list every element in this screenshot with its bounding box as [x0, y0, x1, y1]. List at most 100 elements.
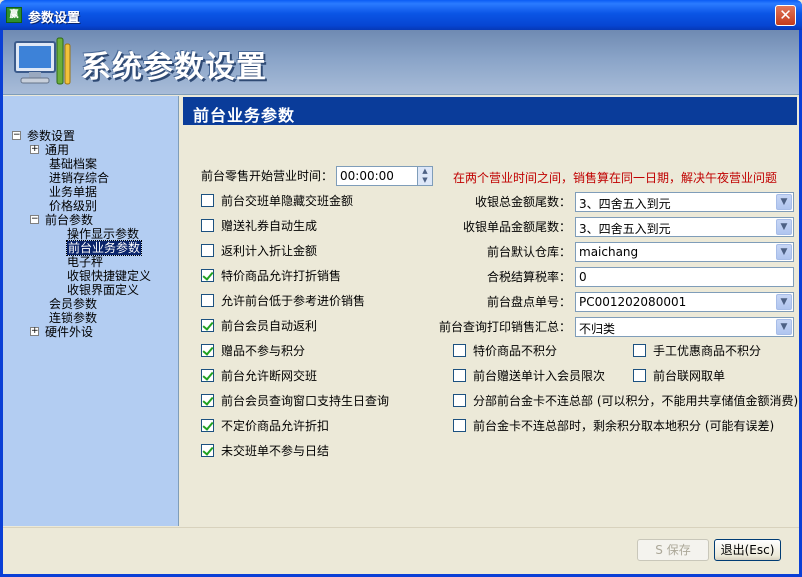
checkbox[interactable] — [633, 344, 646, 357]
title-bar[interactable]: 赢 参数设置 ✕ — [0, 0, 802, 30]
checkbox-row[interactable]: 赠品不参与积分 — [201, 343, 421, 359]
checkbox-checked[interactable] — [201, 394, 214, 407]
checkbox[interactable] — [201, 244, 214, 257]
banner: 系统参数设置 — [3, 30, 799, 95]
tree-node[interactable]: 硬件外设 — [45, 325, 93, 339]
tree-node-label: 硬件外设 — [45, 325, 94, 339]
checkbox-checked[interactable] — [201, 369, 214, 382]
tree-node-label: 收银界面定义 — [67, 283, 140, 297]
save-button[interactable]: S 保存 — [637, 539, 709, 561]
checkbox-label: 前台赠送单计入会员限次 — [473, 369, 606, 383]
tree-node[interactable]: 价格级别 — [49, 199, 97, 213]
spin-down-icon[interactable]: ▼ — [418, 176, 432, 185]
tax-rate-input[interactable]: 0 — [575, 267, 794, 287]
tree-node[interactable]: 会员参数 — [49, 297, 97, 311]
close-button[interactable]: ✕ — [775, 5, 796, 26]
checkbox-checked[interactable] — [201, 319, 214, 332]
total-tail-select[interactable]: 3、四舍五入到元 ▼ — [575, 192, 794, 212]
tree-node-label: 收银快捷键定义 — [67, 269, 152, 283]
checkbox[interactable] — [201, 194, 214, 207]
tree-node[interactable]: 连锁参数 — [49, 311, 97, 325]
checkbox-row[interactable]: 赠送礼券自动生成 — [201, 218, 421, 234]
footer: S 保存 退出(Esc) — [3, 527, 799, 574]
checkbox-row[interactable]: 不定价商品允许折扣 — [201, 418, 421, 434]
chevron-down-icon[interactable]: ▼ — [776, 294, 792, 310]
start-time-spinner[interactable]: 00:00:00 ▲ ▼ — [336, 166, 433, 186]
tree-node[interactable]: 进销存综合 — [49, 171, 109, 185]
tree-node[interactable]: 通用 — [45, 143, 69, 157]
checkbox-label: 前台允许断网交班 — [221, 369, 318, 383]
checkbox-label: 前台会员查询窗口支持生日查询 — [221, 394, 390, 408]
single-tail-select[interactable]: 3、四舍五入到元 ▼ — [575, 217, 794, 237]
expand-icon[interactable]: + — [30, 327, 39, 336]
checkbox[interactable] — [201, 219, 214, 232]
stocktake-no-select[interactable]: PC001202080001 ▼ — [575, 292, 794, 312]
query-summary-label: 前台查询打印销售汇总： — [438, 320, 571, 334]
tree-node[interactable]: 操作显示参数 — [67, 227, 139, 241]
checkbox-label: 赠品不参与积分 — [221, 344, 306, 358]
checkbox-row[interactable]: 前台会员查询窗口支持生日查询 — [201, 393, 421, 409]
checkbox[interactable] — [453, 419, 466, 432]
window: 赢 参数设置 ✕ 系统参数设置 − 参数设置 + 通用 基础档案 进销存综合 业务单据 价格级… — [0, 0, 802, 577]
checkbox[interactable] — [453, 344, 466, 357]
checkbox-checked[interactable] — [201, 444, 214, 457]
tree-node[interactable]: 业务单据 — [49, 185, 97, 199]
tree-node-label: 进销存综合 — [49, 171, 110, 185]
checkbox-row[interactable]: 未交班单不参与日结 — [201, 443, 421, 459]
tree-node[interactable]: 基础档案 — [49, 157, 97, 171]
checkbox-label: 特价商品允许打折销售 — [221, 269, 342, 283]
checkbox-label: 未交班单不参与日结 — [221, 444, 330, 458]
tree-node[interactable]: 电子秤 — [67, 255, 103, 269]
checkbox-row[interactable]: 允许前台低于参考进价销售 — [201, 293, 421, 309]
checkbox[interactable] — [201, 294, 214, 307]
start-time-label: 前台零售开始营业时间： — [201, 169, 334, 183]
checkbox[interactable] — [633, 369, 646, 382]
collapse-icon[interactable]: − — [12, 131, 21, 140]
total-tail-value: 3、四舍五入到元 — [579, 197, 671, 211]
spin-up-icon[interactable]: ▲ — [418, 167, 432, 176]
checkbox-label: 前台交班单隐藏交班金额 — [221, 194, 354, 208]
checkbox-checked[interactable] — [201, 419, 214, 432]
start-time-value: 00:00:00 — [340, 169, 394, 183]
checkbox-label: 前台会员自动返利 — [221, 319, 318, 333]
checkbox-label: 返利计入折让金额 — [221, 244, 318, 258]
tree-node-label: 业务单据 — [49, 185, 98, 199]
warehouse-value: maichang — [579, 245, 639, 259]
chevron-down-icon[interactable]: ▼ — [776, 194, 792, 210]
single-tail-label: 收银单品金额尾数： — [462, 220, 571, 234]
stocktake-no-value: PC001202080001 — [579, 295, 687, 309]
total-tail-label: 收银总金额尾数： — [474, 195, 571, 209]
exit-button[interactable]: 退出(Esc) — [714, 539, 781, 561]
warehouse-select[interactable]: maichang ▼ — [575, 242, 794, 262]
checkbox-row[interactable]: 前台交班单隐藏交班金额 — [201, 193, 421, 209]
chevron-down-icon[interactable]: ▼ — [776, 219, 792, 235]
chevron-down-icon[interactable]: ▼ — [776, 244, 792, 260]
settings-tree[interactable]: − 参数设置 + 通用 基础档案 进销存综合 业务单据 价格级别 − 前台参数 操作显示参数 前台业务… — [3, 96, 179, 526]
checkbox[interactable] — [453, 394, 466, 407]
checkbox-row[interactable]: 特价商品允许打折销售 — [201, 268, 421, 284]
tree-node[interactable]: 前台业务参数 — [65, 240, 143, 256]
checkbox-checked[interactable] — [201, 269, 214, 282]
tree-node[interactable]: 收银界面定义 — [67, 283, 139, 297]
single-tail-value: 3、四舍五入到元 — [579, 222, 671, 236]
query-summary-select[interactable]: 不归类 ▼ — [575, 317, 794, 337]
expand-icon[interactable]: + — [30, 145, 39, 154]
checkbox-label: 前台金卡不连总部时，剩余积分取本地积分 (可能有误差) — [473, 419, 775, 433]
checkbox-checked[interactable] — [201, 344, 214, 357]
tree-node[interactable]: 收银快捷键定义 — [67, 269, 151, 283]
tree-node-label: 基础档案 — [49, 157, 98, 171]
checkbox-label: 分部前台金卡不连总部 (可以积分，不能用共享储值金额消费) — [473, 394, 799, 408]
tree-node[interactable]: 参数设置 — [27, 129, 75, 143]
stocktake-no-label: 前台盘点单号： — [486, 295, 571, 309]
spinner-buttons[interactable]: ▲ ▼ — [417, 167, 432, 185]
chevron-down-icon[interactable]: ▼ — [776, 319, 792, 335]
checkbox-label: 手工优惠商品不积分 — [653, 344, 762, 358]
checkbox-row[interactable]: 前台会员自动返利 — [201, 318, 421, 334]
section-header: 前台业务参数 — [183, 97, 797, 125]
checkbox-row[interactable]: 返利计入折让金额 — [201, 243, 421, 259]
checkbox[interactable] — [453, 369, 466, 382]
checkbox-row[interactable]: 前台允许断网交班 — [201, 368, 421, 384]
tax-rate-label: 合税结算税率： — [486, 270, 571, 284]
tree-node[interactable]: 前台参数 — [45, 213, 93, 227]
collapse-icon[interactable]: − — [30, 215, 39, 224]
